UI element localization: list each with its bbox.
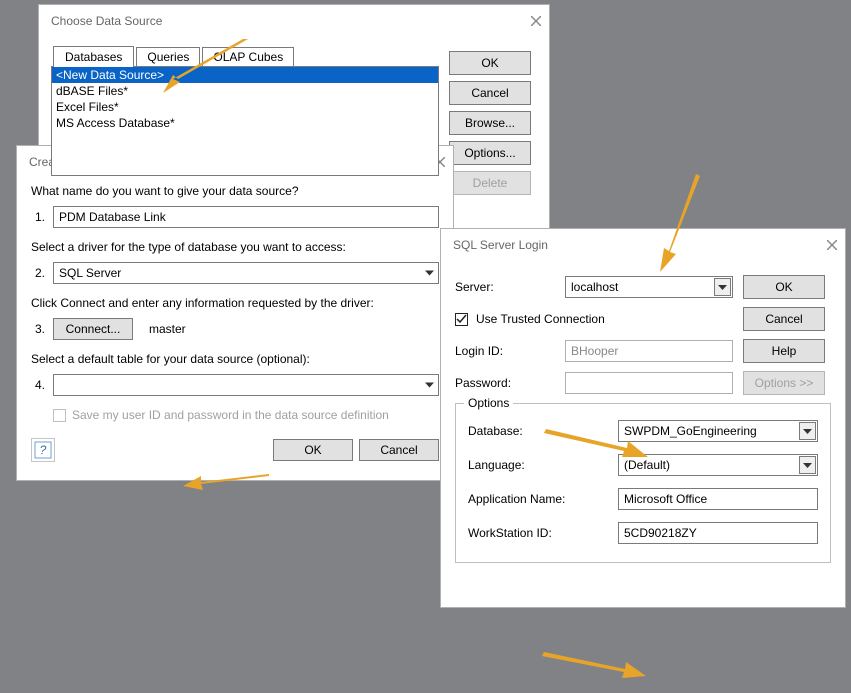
- database-label: Database:: [468, 424, 618, 438]
- annotation-arrow-icon: [540, 650, 650, 693]
- appname-input[interactable]: [618, 488, 818, 510]
- close-icon[interactable]: [827, 240, 837, 250]
- options-button[interactable]: Options...: [449, 141, 531, 165]
- sql-title: SQL Server Login: [453, 238, 548, 252]
- row4-num: 4.: [31, 378, 45, 392]
- q1-label: What name do you want to give your data …: [31, 184, 439, 198]
- close-icon[interactable]: [531, 16, 541, 26]
- driver-select[interactable]: SQL Server: [53, 262, 439, 284]
- login-id-input: [565, 340, 733, 362]
- ok-button[interactable]: OK: [449, 51, 531, 75]
- help-icon[interactable]: ?: [31, 438, 55, 462]
- password-label: Password:: [455, 376, 565, 390]
- connected-db-label: master: [149, 322, 186, 336]
- row1-num: 1.: [31, 210, 45, 224]
- list-item[interactable]: MS Access Database*: [52, 115, 438, 131]
- datasource-name-input[interactable]: [53, 206, 439, 228]
- server-value: localhost: [571, 280, 618, 294]
- appname-label: Application Name:: [468, 492, 618, 506]
- list-item[interactable]: dBASE Files*: [52, 83, 438, 99]
- server-combo[interactable]: localhost: [565, 276, 733, 298]
- database-value: SWPDM_GoEngineering: [624, 424, 757, 438]
- language-value: (Default): [624, 458, 670, 472]
- cancel-button[interactable]: Cancel: [359, 439, 439, 461]
- database-combo[interactable]: SWPDM_GoEngineering: [618, 420, 818, 442]
- options-legend: Options: [464, 396, 513, 410]
- chevron-down-icon: [425, 271, 434, 276]
- q3-label: Click Connect and enter any information …: [31, 296, 439, 310]
- default-table-select[interactable]: [53, 374, 439, 396]
- login-label: Login ID:: [455, 344, 565, 358]
- tab-queries[interactable]: Queries: [136, 47, 200, 68]
- options-button: Options >>: [743, 371, 825, 395]
- chevron-down-icon: [799, 422, 816, 440]
- trusted-connection-label: Use Trusted Connection: [476, 312, 605, 326]
- data-source-listbox[interactable]: <New Data Source> dBASE Files* Excel Fil…: [51, 66, 439, 176]
- chevron-down-icon: [799, 456, 816, 474]
- q4-label: Select a default table for your data sou…: [31, 352, 439, 366]
- language-combo[interactable]: (Default): [618, 454, 818, 476]
- delete-button: Delete: [449, 171, 531, 195]
- chevron-down-icon: [714, 278, 731, 296]
- cds-title: Choose Data Source: [51, 14, 162, 28]
- tab-databases[interactable]: Databases: [53, 46, 134, 67]
- cancel-button[interactable]: Cancel: [743, 307, 825, 331]
- options-fieldset: Options Database: SWPDM_GoEngineering La…: [455, 403, 831, 563]
- connect-button[interactable]: Connect...: [53, 318, 133, 340]
- trusted-connection-checkbox[interactable]: [455, 313, 468, 326]
- cds-titlebar: Choose Data Source: [39, 5, 549, 37]
- list-item[interactable]: Excel Files*: [52, 99, 438, 115]
- row3-num: 3.: [31, 322, 45, 336]
- cancel-button[interactable]: Cancel: [449, 81, 531, 105]
- ok-button[interactable]: OK: [273, 439, 353, 461]
- chevron-down-icon: [425, 383, 434, 388]
- sql-titlebar: SQL Server Login: [441, 229, 845, 261]
- driver-value: SQL Server: [59, 266, 121, 280]
- ok-button[interactable]: OK: [743, 275, 825, 299]
- server-label: Server:: [455, 280, 565, 294]
- save-creds-label: Save my user ID and password in the data…: [72, 408, 389, 422]
- help-button[interactable]: Help: [743, 339, 825, 363]
- password-input: [565, 372, 733, 394]
- create-new-data-source-dialog: Create New Data Source What name do you …: [16, 145, 454, 481]
- q2-label: Select a driver for the type of database…: [31, 240, 439, 254]
- svg-text:?: ?: [40, 443, 47, 457]
- cds-tabs: Databases Queries OLAP Cubes: [51, 45, 439, 66]
- browse-button[interactable]: Browse...: [449, 111, 531, 135]
- list-item[interactable]: <New Data Source>: [52, 67, 438, 83]
- language-label: Language:: [468, 458, 618, 472]
- sql-server-login-dialog: SQL Server Login Server: localhost OK Us…: [440, 228, 846, 608]
- workstation-input[interactable]: [618, 522, 818, 544]
- tab-olap-cubes[interactable]: OLAP Cubes: [202, 47, 294, 68]
- workstation-label: WorkStation ID:: [468, 526, 618, 540]
- save-creds-checkbox: [53, 409, 66, 422]
- row2-num: 2.: [31, 266, 45, 280]
